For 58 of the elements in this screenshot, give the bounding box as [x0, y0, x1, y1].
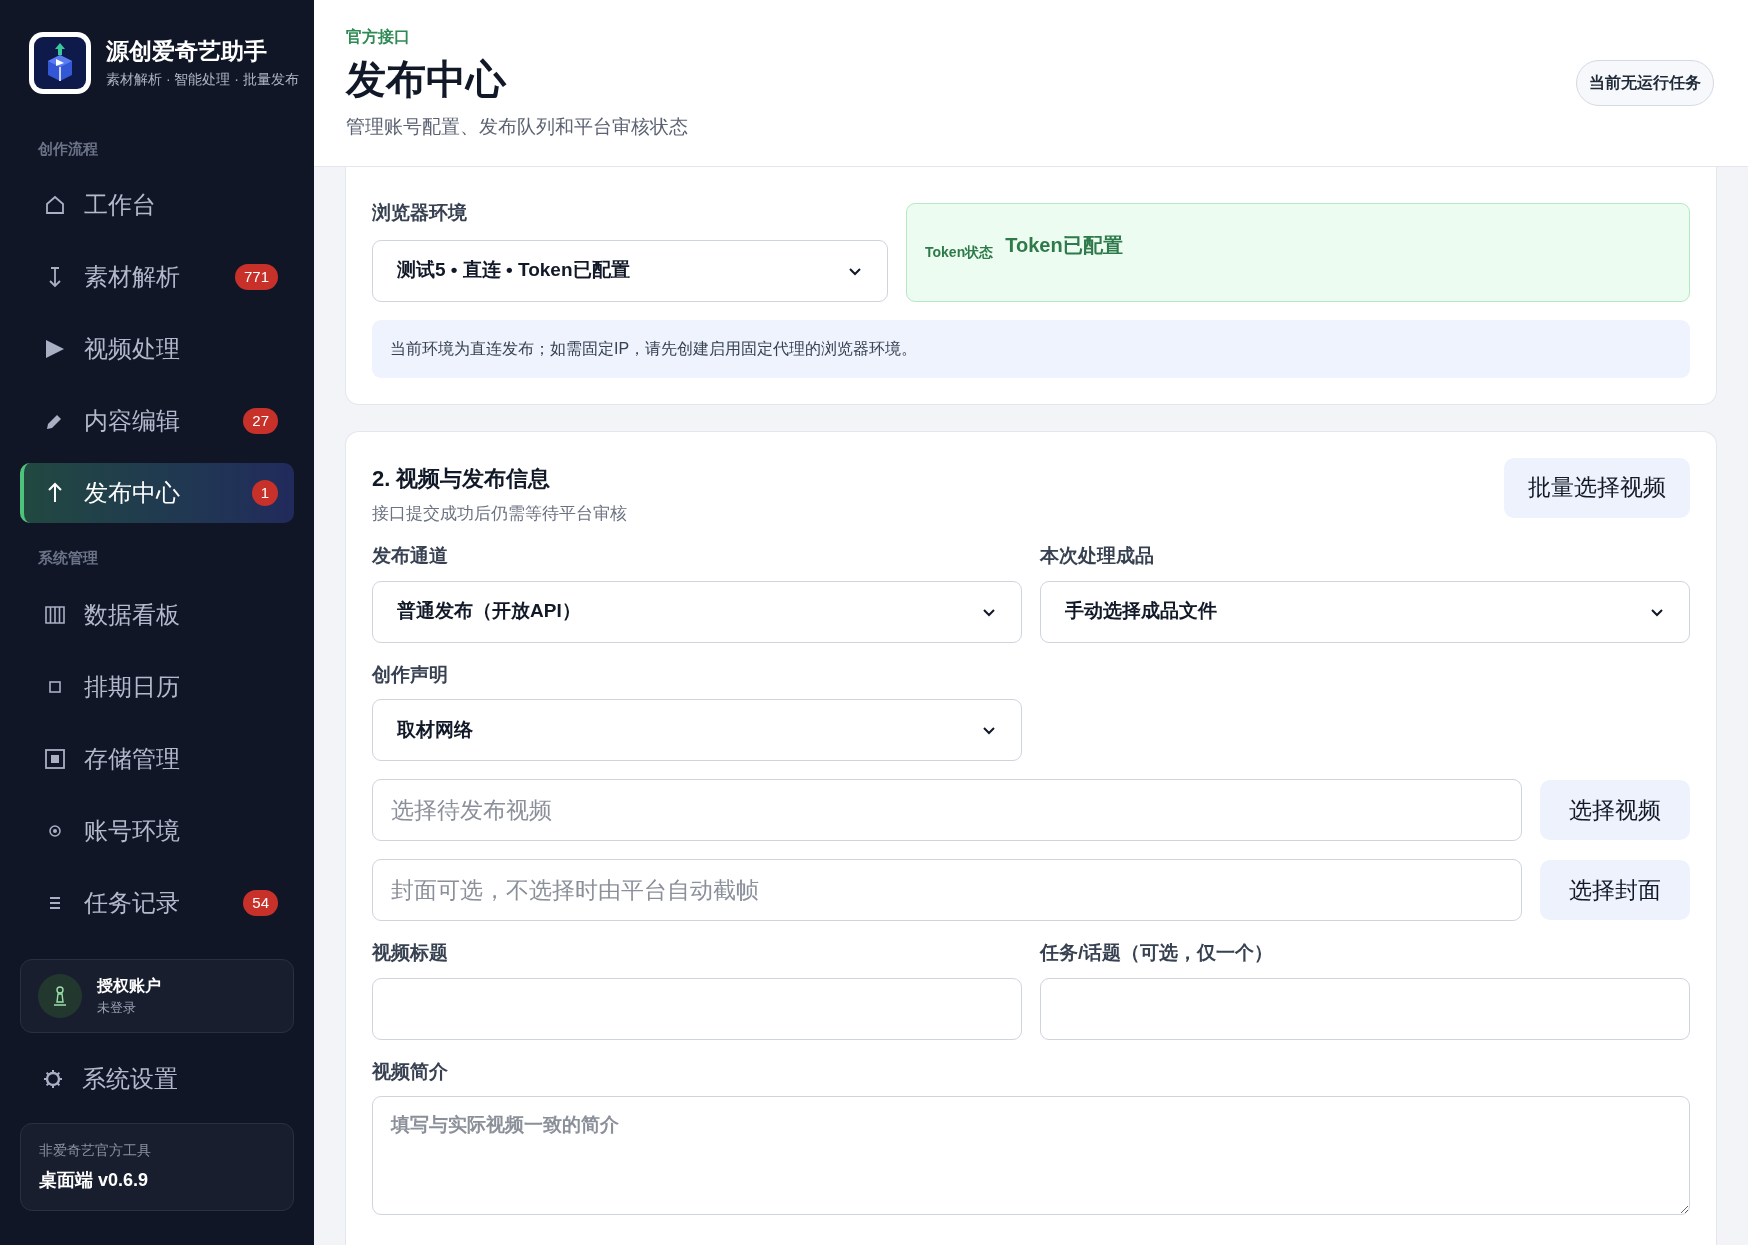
count-badge: 27: [243, 407, 278, 434]
field-label: 发布通道: [372, 544, 449, 568]
columns-icon: [44, 604, 66, 626]
description-field[interactable]: 填写与实际视频一致的简介: [372, 1096, 1690, 1215]
nav-item[interactable]: 视频处理: [20, 318, 294, 379]
count-badge: 1: [251, 479, 278, 506]
token-value: Token已配置: [1005, 232, 1123, 258]
notice-text: 当前环境为直连发布；如需固定IP，请先创建启用固定代理的浏览器环境。: [372, 319, 1690, 378]
nav-item[interactable]: 发布中心 1: [20, 462, 294, 523]
section-title: 系统管理: [37, 547, 99, 568]
section-subtitle: 接口提交成功后仍需等待平台审核: [372, 502, 627, 525]
nav-item[interactable]: 工作台: [20, 174, 294, 235]
count-badge: 54: [243, 890, 278, 916]
field-label: 任务/话题（可选，仅一个）: [1040, 941, 1275, 965]
version-text: 桌面端 v0.6.9: [39, 1169, 150, 1192]
section-title: 创作流程: [37, 139, 99, 159]
nav-item[interactable]: 数据看板: [20, 585, 294, 645]
nav-item[interactable]: 账号环境: [20, 801, 294, 861]
text-field[interactable]: [372, 977, 1022, 1040]
batch-select-button[interactable]: 批量选择视频: [1504, 457, 1690, 518]
text-field[interactable]: [1040, 977, 1690, 1040]
token-label: Token状态: [925, 242, 994, 262]
choose-file-button[interactable]: 选择视频: [1540, 780, 1690, 840]
choose-file-button[interactable]: 选择封面: [1540, 860, 1690, 920]
pawn-icon: [53, 986, 67, 1006]
dropdown[interactable]: 取材网络: [372, 699, 1022, 761]
account-status: 未登录: [97, 999, 137, 1018]
framed-square-icon: [44, 748, 66, 770]
nav-item[interactable]: 存储管理: [20, 729, 294, 789]
field-label: 视频标题: [372, 941, 449, 965]
brand-subtitle: 素材解析 · 智能处理 · 批量发布: [106, 69, 299, 89]
disclaimer-text: 非爱奇艺官方工具: [39, 1141, 152, 1160]
nav-item[interactable]: 任务记录 54: [20, 873, 294, 933]
nav-item[interactable]: 排期日历: [20, 657, 294, 717]
account-title: 授权账户: [97, 976, 161, 997]
nav-item[interactable]: 素材解析 771: [20, 246, 294, 307]
play-icon: [44, 337, 66, 360]
house-icon: [44, 193, 66, 216]
brand-title: 源创爱奇艺助手: [106, 36, 268, 65]
app-logo: [29, 32, 91, 94]
field-label: 浏览器环境: [372, 201, 468, 225]
page-title: 发布中心: [346, 55, 508, 103]
field-label: 视频简介: [372, 1059, 449, 1084]
file-path-field[interactable]: 选择待发布视频: [372, 779, 1522, 841]
page-tag: 官方接口: [346, 24, 688, 49]
dropdown[interactable]: 普通发布（开放API）: [372, 580, 1022, 643]
nav-item[interactable]: 内容编辑 27: [20, 390, 294, 451]
field-label: 创作声明: [372, 662, 449, 687]
settings-item[interactable]: 系统设置: [20, 1057, 294, 1101]
file-path-field[interactable]: 封面可选，不选择时由平台自动截帧: [372, 859, 1522, 921]
page-subtitle: 管理账号配置、发布队列和平台审核状态: [346, 114, 688, 139]
settings-icon: [42, 1068, 64, 1090]
count-badge: 771: [234, 263, 278, 290]
field-label: 本次处理成品: [1040, 544, 1155, 568]
section-title: 2. 视频与发布信息: [372, 464, 552, 493]
dropdown[interactable]: 手动选择成品文件: [1040, 580, 1690, 643]
environment-select[interactable]: 测试5 • 直连 • Token已配置: [372, 239, 888, 302]
status-button[interactable]: 当前无运行任务: [1576, 60, 1714, 106]
